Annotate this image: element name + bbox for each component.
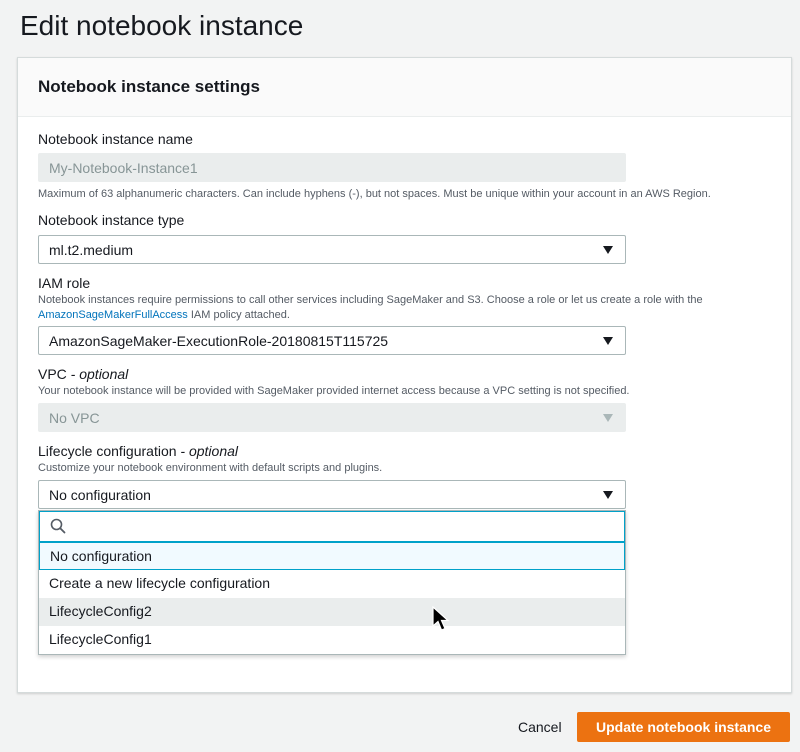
lifecycle-optional-text: - optional xyxy=(176,443,239,459)
caret-down-icon xyxy=(603,246,613,254)
instance-type-value: ml.t2.medium xyxy=(49,242,134,258)
settings-panel: Notebook instance settings Notebook inst… xyxy=(17,57,792,693)
iam-label: IAM role xyxy=(38,275,91,291)
iam-role-select[interactable]: AmazonSageMaker-ExecutionRole-20180815T1… xyxy=(38,326,626,355)
vpc-label-text: VPC xyxy=(38,366,67,382)
dropdown-option-lifecycleconfig1[interactable]: LifecycleConfig1 xyxy=(39,626,625,654)
iam-role-value: AmazonSageMaker-ExecutionRole-20180815T1… xyxy=(49,333,389,349)
iam-policy-link[interactable]: AmazonSageMakerFullAccess xyxy=(38,309,188,321)
dropdown-option-lifecycleconfig2[interactable]: LifecycleConfig2 xyxy=(39,598,625,626)
panel-header: Notebook instance settings xyxy=(18,58,791,117)
search-icon xyxy=(50,518,66,534)
vpc-select: No VPC xyxy=(38,403,626,432)
caret-down-icon xyxy=(603,491,613,499)
iam-hint-text: Notebook instances require permissions t… xyxy=(38,294,703,306)
name-input: My-Notebook-Instance1 xyxy=(38,153,626,182)
name-label: Notebook instance name xyxy=(38,131,193,147)
cancel-button[interactable]: Cancel xyxy=(508,713,572,741)
vpc-optional-text: - optional xyxy=(66,366,129,382)
update-notebook-instance-button[interactable]: Update notebook instance xyxy=(577,712,790,742)
vpc-label: VPC - optional xyxy=(38,366,128,382)
iam-hint: Notebook instances require permissions t… xyxy=(38,293,768,323)
panel-title: Notebook instance settings xyxy=(38,77,260,96)
lifecycle-label-text: Lifecycle configuration xyxy=(38,443,177,459)
type-label: Notebook instance type xyxy=(38,212,185,228)
caret-down-icon xyxy=(603,337,613,345)
lifecycle-dropdown: No configuration Create a new lifecycle … xyxy=(38,510,626,655)
dropdown-option-create-new[interactable]: Create a new lifecycle configuration xyxy=(39,570,625,598)
dropdown-option-no-configuration[interactable]: No configuration xyxy=(39,542,625,570)
page-title: Edit notebook instance xyxy=(20,10,304,41)
mouse-pointer-icon xyxy=(432,606,450,631)
lifecycle-label: Lifecycle configuration - optional xyxy=(38,443,238,459)
lifecycle-hint: Customize your notebook environment with… xyxy=(38,462,383,474)
instance-type-select[interactable]: ml.t2.medium xyxy=(38,235,626,264)
vpc-value: No VPC xyxy=(49,410,100,426)
lifecycle-value: No configuration xyxy=(49,487,151,503)
caret-down-icon xyxy=(603,414,613,422)
name-hint: Maximum of 63 alphanumeric characters. C… xyxy=(38,188,711,200)
vpc-hint: Your notebook instance will be provided … xyxy=(38,385,630,397)
dropdown-search-input[interactable] xyxy=(39,511,625,542)
iam-hint-suffix: IAM policy attached. xyxy=(187,309,290,321)
lifecycle-select[interactable]: No configuration xyxy=(38,480,626,509)
